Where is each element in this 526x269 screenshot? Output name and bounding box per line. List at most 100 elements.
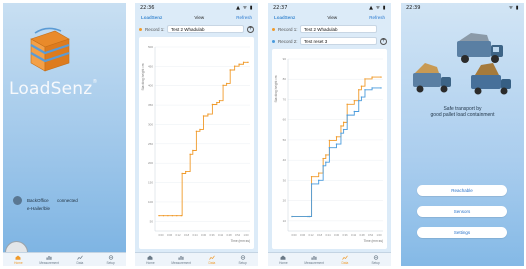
x-tick-label: 0:36 xyxy=(209,233,215,237)
x-tick-label: 1:00 xyxy=(376,233,382,237)
data-point xyxy=(353,110,355,113)
reachable-button[interactable]: Reachable xyxy=(417,185,507,196)
x-tick-label: 0:12 xyxy=(308,233,314,237)
x-tick-label: 0:54 xyxy=(368,233,374,237)
data-point xyxy=(310,183,313,185)
add-record-icon[interactable]: + xyxy=(380,37,387,45)
line-chart-icon xyxy=(342,255,348,260)
data-point xyxy=(322,165,324,167)
tab-bar: Home Measurement Data Setup xyxy=(3,252,126,266)
nav-logo: LoadSenz xyxy=(274,15,296,20)
record-selector: Record 1: Test 2 Whadulab + xyxy=(139,24,254,34)
record-select[interactable]: Test 2 Whadulab xyxy=(300,25,377,33)
data-point xyxy=(346,103,348,105)
tab-home[interactable]: Home xyxy=(3,253,34,266)
connection-key: BackOffice xyxy=(27,197,49,203)
tab-setup[interactable]: Setup xyxy=(95,253,126,266)
record-select[interactable]: Test 2 Whadulab xyxy=(167,25,244,33)
connection-key: e-Hailer/ble xyxy=(27,205,51,211)
chart-svg: Stacking height cm 90 80 70 60 50 40 30 20 10 0:00… xyxy=(274,57,383,243)
y-tick-label: 100 xyxy=(148,200,153,204)
trucks-illustration xyxy=(413,33,511,95)
data-point xyxy=(158,214,160,217)
data-point xyxy=(199,128,201,131)
data-point xyxy=(358,99,360,102)
x-tick-label: 0:18 xyxy=(317,233,323,237)
status-bar: 22:37 ▲ ᯤ ▮ xyxy=(273,5,386,11)
x-tick-label: 0:24 xyxy=(192,233,198,237)
chart: Stacking height cm 500 450 400 350 300 250 200 1… xyxy=(139,37,254,249)
sensors-button[interactable]: Sensors xyxy=(417,206,507,217)
y-tick-label: 20 xyxy=(283,199,287,203)
data-point xyxy=(364,89,366,91)
status-bar: 22:39 ᯤ ▮ xyxy=(406,5,519,11)
data-point xyxy=(162,214,165,217)
data-point xyxy=(229,69,231,71)
record-select[interactable]: Test reset 3 xyxy=(300,37,377,45)
x-tick-label: 1:00 xyxy=(243,233,249,237)
y-tick-label: 400 xyxy=(148,84,153,88)
data-point xyxy=(195,130,198,133)
data-point xyxy=(353,99,355,102)
x-tick-label: 0:12 xyxy=(175,233,181,237)
nav-bar: LoadSenz View Refresh xyxy=(135,13,258,22)
data-point xyxy=(360,85,363,87)
x-tick-label: 0:48 xyxy=(359,233,365,237)
y-tick-label: 40 xyxy=(283,158,287,162)
tab-data[interactable]: Data xyxy=(197,253,228,266)
status-bar: 22:36 ▲ ᯤ ▮ xyxy=(140,5,253,11)
y-tick-label: 200 xyxy=(148,161,153,165)
tab-measurement[interactable]: Measurement xyxy=(166,253,197,266)
x-tick-label: 0:42 xyxy=(351,233,357,237)
x-axis-label: Time (mm:ss) xyxy=(231,239,250,243)
data-point xyxy=(225,82,228,85)
data-point xyxy=(325,161,327,163)
record-label: Record 1: xyxy=(278,26,298,32)
x-tick-label: 0:30 xyxy=(334,233,340,237)
add-record-icon[interactable]: + xyxy=(247,25,254,33)
data-point xyxy=(342,128,345,131)
settings-button[interactable]: Settings xyxy=(417,227,507,238)
y-tick-label: 500 xyxy=(148,45,153,49)
tab-setup[interactable]: Setup xyxy=(227,253,258,266)
x-tick-label: 0:42 xyxy=(218,233,224,237)
data-point xyxy=(167,214,169,217)
x-tick-label: 0:54 xyxy=(235,233,241,237)
data-point xyxy=(340,132,342,134)
record-label: Record 1: xyxy=(145,26,165,32)
x-tick-label: 0:30 xyxy=(201,233,207,237)
tab-measurement[interactable]: Measurement xyxy=(34,253,65,266)
bar-chart-icon xyxy=(178,255,184,260)
series-dot-icon xyxy=(139,27,142,31)
data-point xyxy=(242,61,245,64)
nav-bar: LoadSenz View Refresh xyxy=(268,13,391,22)
data-point xyxy=(328,147,331,149)
tab-measurement[interactable]: Measurement xyxy=(299,253,330,266)
data-point xyxy=(335,136,338,138)
data-point xyxy=(207,113,209,115)
tab-data[interactable]: Data xyxy=(65,253,96,266)
logo-icon xyxy=(30,27,70,72)
data-point xyxy=(342,121,345,124)
data-point xyxy=(328,139,331,142)
tab-bar: Home Measurement Data Setup xyxy=(268,252,391,266)
nav-logo: LoadSenz xyxy=(141,15,163,20)
data-point xyxy=(309,215,311,218)
tab-home[interactable]: Home xyxy=(135,253,166,266)
y-tick-label: 50 xyxy=(283,138,287,142)
splash-screen: LoadSenz® BackOffice connected e-Hailer/… xyxy=(3,3,126,266)
data-point xyxy=(176,214,178,217)
tab-data[interactable]: Data xyxy=(330,253,361,266)
data-point xyxy=(310,175,313,178)
view-screen-single: 22:36 ▲ ᯤ ▮ LoadSenz View Refresh Record … xyxy=(135,3,258,266)
x-tick-label: 0:06 xyxy=(300,233,306,237)
refresh-button[interactable]: Refresh xyxy=(369,15,385,20)
tab-setup[interactable]: Setup xyxy=(360,253,391,266)
refresh-button[interactable]: Refresh xyxy=(236,15,252,20)
tab-home[interactable]: Home xyxy=(268,253,299,266)
connection-row: e-Hailer/ble xyxy=(13,204,78,212)
data-point xyxy=(202,115,205,117)
data-point xyxy=(371,87,373,89)
data-point xyxy=(181,172,183,175)
x-tick-label: 0:36 xyxy=(342,233,348,237)
